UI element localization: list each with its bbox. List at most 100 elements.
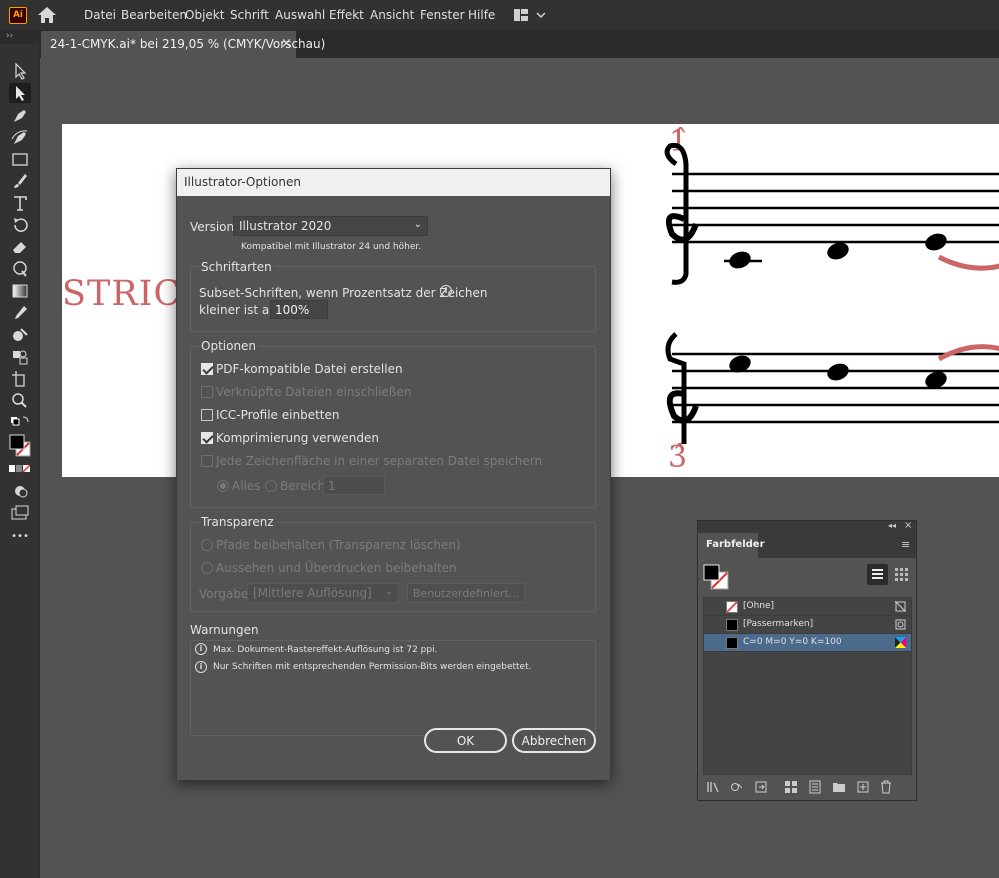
direct-selection-tool-icon[interactable] xyxy=(9,83,31,103)
fill-stroke-icon[interactable] xyxy=(703,564,731,592)
radio-preserve-appearance[interactable] xyxy=(201,562,213,574)
show-kind-icon[interactable] xyxy=(784,780,798,794)
subset-percent-input[interactable]: 100% xyxy=(270,300,328,319)
curvature-tool-icon[interactable] xyxy=(9,127,31,147)
no-edit-icon xyxy=(895,601,906,612)
music-staff xyxy=(664,142,999,444)
color-mode-icons[interactable] xyxy=(9,463,31,475)
home-icon[interactable] xyxy=(37,6,57,24)
chevron-down-icon: ⌄ xyxy=(413,219,422,230)
info-icon[interactable]: i xyxy=(440,285,452,297)
process-color-icon xyxy=(895,637,906,648)
include-linked-files-checkbox[interactable] xyxy=(201,386,213,398)
version-select[interactable]: Illustrator 2020 ⌄ xyxy=(233,216,428,236)
ok-button[interactable]: OK xyxy=(424,728,507,753)
transparency-group-label: Transparenz xyxy=(199,515,276,529)
menu-hilfe[interactable]: Hilfe xyxy=(468,8,495,22)
swatch-options-icon[interactable] xyxy=(808,780,822,794)
live-paint-tool-icon[interactable] xyxy=(9,347,31,367)
embed-icc-label: ICC-Profile einbetten xyxy=(216,408,340,422)
menu-datei[interactable]: Datei xyxy=(84,8,116,22)
fonts-group-label: Schriftarten xyxy=(199,260,274,274)
registration-icon xyxy=(895,619,906,630)
swatches-bottom-bar xyxy=(698,775,916,801)
type-tool-icon[interactable] xyxy=(9,193,31,213)
pdf-compatible-label: PDF-kompatible Datei erstellen xyxy=(216,362,403,376)
swap-colors-icon[interactable] xyxy=(9,413,31,433)
swatch-name: C=0 M=0 Y=0 K=100 xyxy=(743,637,842,647)
zoom-tool-icon[interactable] xyxy=(9,391,31,411)
swatch-row-registration[interactable]: [Passermarken] xyxy=(704,616,911,634)
panel-menu-icon[interactable]: ≡ xyxy=(901,538,910,551)
preset-select[interactable]: [Mittlere Auflösung] ⌄ xyxy=(247,583,399,603)
fill-stroke-icon[interactable] xyxy=(9,434,31,460)
dialog-title: Illustrator-Optionen xyxy=(177,169,610,196)
grid-view-icon[interactable] xyxy=(891,564,912,585)
app-logo: Ai xyxy=(9,7,27,24)
warp-tool-icon[interactable] xyxy=(9,259,31,279)
document-tab[interactable]: 24-1-CMYK.ai* bei 219,05 % (CMYK/Vorscha… xyxy=(41,31,325,58)
gradient-tool-icon[interactable] xyxy=(9,281,31,301)
artboard-tool-icon[interactable] xyxy=(9,369,31,389)
menu-bearbeiten[interactable]: Bearbeiten xyxy=(121,8,187,22)
selection-tool-icon[interactable] xyxy=(9,61,31,81)
radio-all-label: Alles xyxy=(232,479,261,493)
menu-fenster[interactable]: Fenster xyxy=(420,8,465,22)
menu-effekt[interactable]: Effekt xyxy=(329,8,364,22)
compression-checkbox[interactable] xyxy=(201,432,213,444)
new-swatch-icon[interactable] xyxy=(856,780,870,794)
toolbar-collapse-button[interactable]: ›› xyxy=(0,31,40,44)
none-swatch-icon xyxy=(726,601,738,613)
close-icon[interactable]: × xyxy=(281,37,292,50)
swatch-kind-icon[interactable] xyxy=(730,780,744,794)
warning-text-1: Max. Dokument-Rastereffekt-Auflösung ist… xyxy=(213,645,438,655)
radio-preserve-paths[interactable] xyxy=(201,539,213,551)
embed-icc-checkbox[interactable] xyxy=(201,409,213,421)
pen-tool-icon[interactable] xyxy=(9,105,31,125)
list-view-icon[interactable] xyxy=(867,564,888,585)
swatch-row-none[interactable]: [Ohne] xyxy=(704,598,911,616)
separate-artboards-checkbox[interactable] xyxy=(201,455,213,467)
eraser-tool-icon[interactable] xyxy=(9,237,31,257)
radio-range[interactable] xyxy=(265,480,277,492)
swatch-name: [Ohne] xyxy=(743,601,775,611)
preset-label: Vorgabe: xyxy=(199,587,253,601)
place-swatch-icon[interactable] xyxy=(754,780,768,794)
swatches-tab[interactable]: Farbfelder xyxy=(698,533,765,558)
range-input[interactable]: 1 xyxy=(323,476,385,495)
version-select-value: Illustrator 2020 xyxy=(239,219,332,233)
include-linked-files-label: Verknüpfte Dateien einschließen xyxy=(216,385,412,399)
swatch-row-black[interactable]: C=0 M=0 Y=0 K=100 xyxy=(704,634,911,652)
menu-auswahl[interactable]: Auswahl xyxy=(275,8,325,22)
swatch-libraries-icon[interactable] xyxy=(706,780,720,794)
swatch-chip xyxy=(726,619,738,631)
options-group-label: Optionen xyxy=(199,339,259,353)
preset-select-value: [Mittlere Auflösung] xyxy=(253,586,372,600)
menu-ansicht[interactable]: Ansicht xyxy=(370,8,414,22)
custom-button[interactable]: Benutzerdefiniert... xyxy=(407,583,525,603)
menu-schrift[interactable]: Schrift xyxy=(230,8,269,22)
tools-panel: ••• xyxy=(0,44,40,878)
preserve-appearance-label: Aussehen und Überdrucken beibehalten xyxy=(216,561,457,575)
workspace-switcher-icon[interactable] xyxy=(513,8,547,22)
rotate-tool-icon[interactable] xyxy=(9,215,31,235)
screen-mode-icon[interactable] xyxy=(9,503,31,523)
info-icon: i xyxy=(195,643,207,655)
close-icon[interactable]: × xyxy=(904,520,912,531)
menu-objekt[interactable]: Objekt xyxy=(185,8,224,22)
rectangle-tool-icon[interactable] xyxy=(9,149,31,169)
panel-tab-row: Farbfelder ≡ xyxy=(698,533,916,558)
radio-all[interactable] xyxy=(217,480,229,492)
eyedropper-tool-icon[interactable] xyxy=(9,303,31,323)
paintbrush-tool-icon[interactable] xyxy=(9,171,31,191)
more-tools-icon[interactable]: ••• xyxy=(9,531,31,551)
shape-builder-tool-icon[interactable] xyxy=(9,325,31,345)
draw-mode-icon[interactable] xyxy=(9,481,31,501)
version-compat-note: Kompatibel mit Illustrator 24 und höher. xyxy=(241,242,422,252)
cancel-button[interactable]: Abbrechen xyxy=(512,728,596,753)
collapse-panel-icon[interactable]: ◂◂ xyxy=(888,521,896,530)
trash-icon[interactable] xyxy=(879,780,893,794)
pdf-compatible-checkbox[interactable] xyxy=(201,363,213,375)
new-color-group-icon[interactable] xyxy=(832,780,846,794)
version-label: Version: xyxy=(190,220,239,234)
